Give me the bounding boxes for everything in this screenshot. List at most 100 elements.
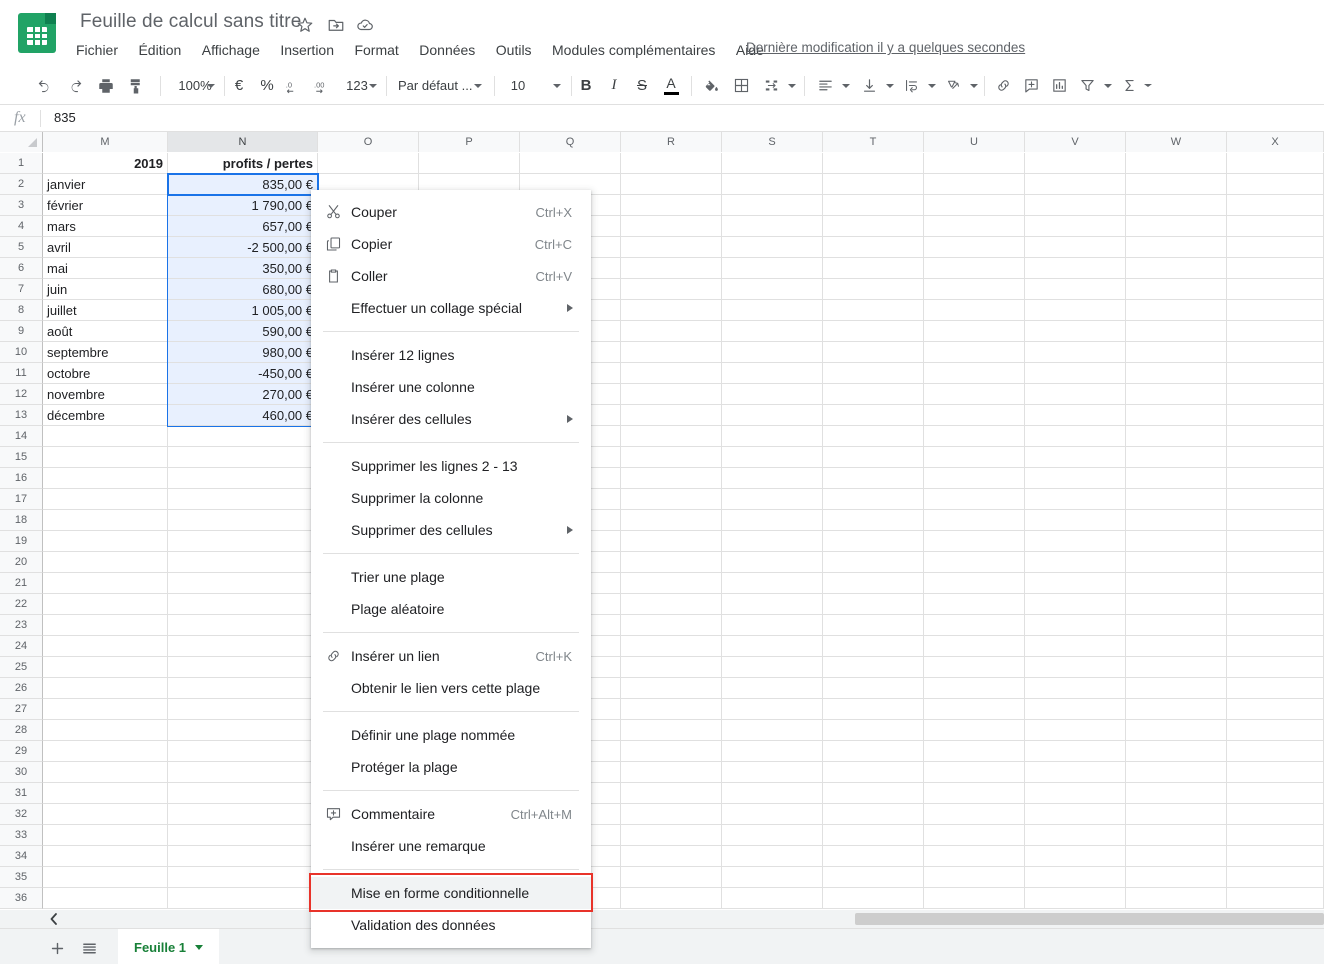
cell-R9[interactable]	[621, 321, 722, 342]
cell-X3[interactable]	[1227, 195, 1324, 216]
cell-S25[interactable]	[722, 657, 823, 678]
menu-item-validation-des-donn-es[interactable]: Validation des données	[311, 909, 591, 941]
cell-T31[interactable]	[823, 783, 924, 804]
cell-M8[interactable]: juillet	[43, 300, 168, 321]
paint-format-icon[interactable]	[122, 66, 150, 105]
cell-W28[interactable]	[1126, 720, 1227, 741]
cell-R19[interactable]	[621, 531, 722, 552]
cell-S13[interactable]	[722, 405, 823, 426]
cell-W34[interactable]	[1126, 846, 1227, 867]
cell-V22[interactable]	[1025, 594, 1126, 615]
row-header-25[interactable]: 25	[0, 657, 43, 678]
cell-V5[interactable]	[1025, 237, 1126, 258]
cell-T1[interactable]	[823, 153, 924, 174]
cell-X12[interactable]	[1227, 384, 1324, 405]
cell-W1[interactable]	[1126, 153, 1227, 174]
cell-S8[interactable]	[722, 300, 823, 321]
cell-T35[interactable]	[823, 867, 924, 888]
cell-S29[interactable]	[722, 741, 823, 762]
cell-M23[interactable]	[43, 615, 168, 636]
cell-T5[interactable]	[823, 237, 924, 258]
cell-X19[interactable]	[1227, 531, 1324, 552]
row-header-18[interactable]: 18	[0, 510, 43, 531]
font-family-caret-icon[interactable]	[466, 66, 490, 105]
cell-U35[interactable]	[924, 867, 1025, 888]
cell-T8[interactable]	[823, 300, 924, 321]
cell-N14[interactable]	[168, 426, 318, 447]
menu-item-couper[interactable]: Couper Ctrl+X	[311, 196, 591, 228]
cell-X17[interactable]	[1227, 489, 1324, 510]
cell-V31[interactable]	[1025, 783, 1126, 804]
cell-R18[interactable]	[621, 510, 722, 531]
cell-U10[interactable]	[924, 342, 1025, 363]
cell-O1[interactable]	[318, 153, 419, 174]
number-format-caret-icon[interactable]	[365, 66, 381, 105]
cell-M11[interactable]: octobre	[43, 363, 168, 384]
cell-T23[interactable]	[823, 615, 924, 636]
cell-W5[interactable]	[1126, 237, 1227, 258]
cell-S26[interactable]	[722, 678, 823, 699]
increase-decimal-icon[interactable]: .00	[310, 66, 336, 105]
cell-W6[interactable]	[1126, 258, 1227, 279]
cell-T21[interactable]	[823, 573, 924, 594]
page-title[interactable]: Feuille de calcul sans titre	[80, 11, 301, 33]
cell-U17[interactable]	[924, 489, 1025, 510]
cell-Q1[interactable]	[520, 153, 621, 174]
cell-R10[interactable]	[621, 342, 722, 363]
cell-U14[interactable]	[924, 426, 1025, 447]
cell-X32[interactable]	[1227, 804, 1324, 825]
menu-item-d-finir-une-plage-nomm-e[interactable]: Définir une plage nommée	[311, 719, 591, 751]
menu-item-supprimer-des-cellules[interactable]: Supprimer des cellules	[311, 514, 591, 546]
cell-U28[interactable]	[924, 720, 1025, 741]
cell-X29[interactable]	[1227, 741, 1324, 762]
menu-fichier[interactable]: Fichier	[68, 39, 126, 61]
cell-V30[interactable]	[1025, 762, 1126, 783]
row-header-8[interactable]: 8	[0, 300, 43, 321]
cell-V18[interactable]	[1025, 510, 1126, 531]
cell-M3[interactable]: février	[43, 195, 168, 216]
cell-R8[interactable]	[621, 300, 722, 321]
cell-X21[interactable]	[1227, 573, 1324, 594]
menu-item-ins-rer-une-remarque[interactable]: Insérer une remarque	[311, 830, 591, 862]
cell-N35[interactable]	[168, 867, 318, 888]
cell-X13[interactable]	[1227, 405, 1324, 426]
menu-item-prot-ger-la-plage[interactable]: Protéger la plage	[311, 751, 591, 783]
cell-U1[interactable]	[924, 153, 1025, 174]
cell-S18[interactable]	[722, 510, 823, 531]
cell-W31[interactable]	[1126, 783, 1227, 804]
cloud-saved-icon[interactable]	[356, 16, 376, 36]
cell-M32[interactable]	[43, 804, 168, 825]
cell-W21[interactable]	[1126, 573, 1227, 594]
cell-U20[interactable]	[924, 552, 1025, 573]
horizontal-align-icon[interactable]	[812, 66, 838, 105]
cell-W2[interactable]	[1126, 174, 1227, 195]
column-header-w[interactable]: W	[1126, 132, 1227, 152]
cell-S16[interactable]	[722, 468, 823, 489]
cell-N2[interactable]: 835,00 €	[168, 174, 318, 195]
cell-R24[interactable]	[621, 636, 722, 657]
wrap-caret-icon[interactable]	[924, 66, 940, 105]
cell-W32[interactable]	[1126, 804, 1227, 825]
star-icon[interactable]	[296, 16, 316, 36]
menu-format[interactable]: Format	[346, 39, 406, 61]
euro-icon[interactable]: €	[228, 66, 250, 105]
cell-M29[interactable]	[43, 741, 168, 762]
cell-R27[interactable]	[621, 699, 722, 720]
bold-button[interactable]: B	[575, 66, 597, 105]
cell-W16[interactable]	[1126, 468, 1227, 489]
print-icon[interactable]	[92, 66, 120, 105]
row-header-26[interactable]: 26	[0, 678, 43, 699]
row-header-32[interactable]: 32	[0, 804, 43, 825]
cell-X34[interactable]	[1227, 846, 1324, 867]
cell-U25[interactable]	[924, 657, 1025, 678]
decrease-decimal-icon[interactable]: .0	[282, 66, 306, 105]
cell-T25[interactable]	[823, 657, 924, 678]
row-header-14[interactable]: 14	[0, 426, 43, 447]
column-header-r[interactable]: R	[621, 132, 722, 152]
cell-S9[interactable]	[722, 321, 823, 342]
cell-T10[interactable]	[823, 342, 924, 363]
cell-N11[interactable]: -450,00 €	[168, 363, 318, 384]
cell-N1[interactable]: profits / pertes	[168, 153, 318, 174]
cell-U24[interactable]	[924, 636, 1025, 657]
cell-R5[interactable]	[621, 237, 722, 258]
